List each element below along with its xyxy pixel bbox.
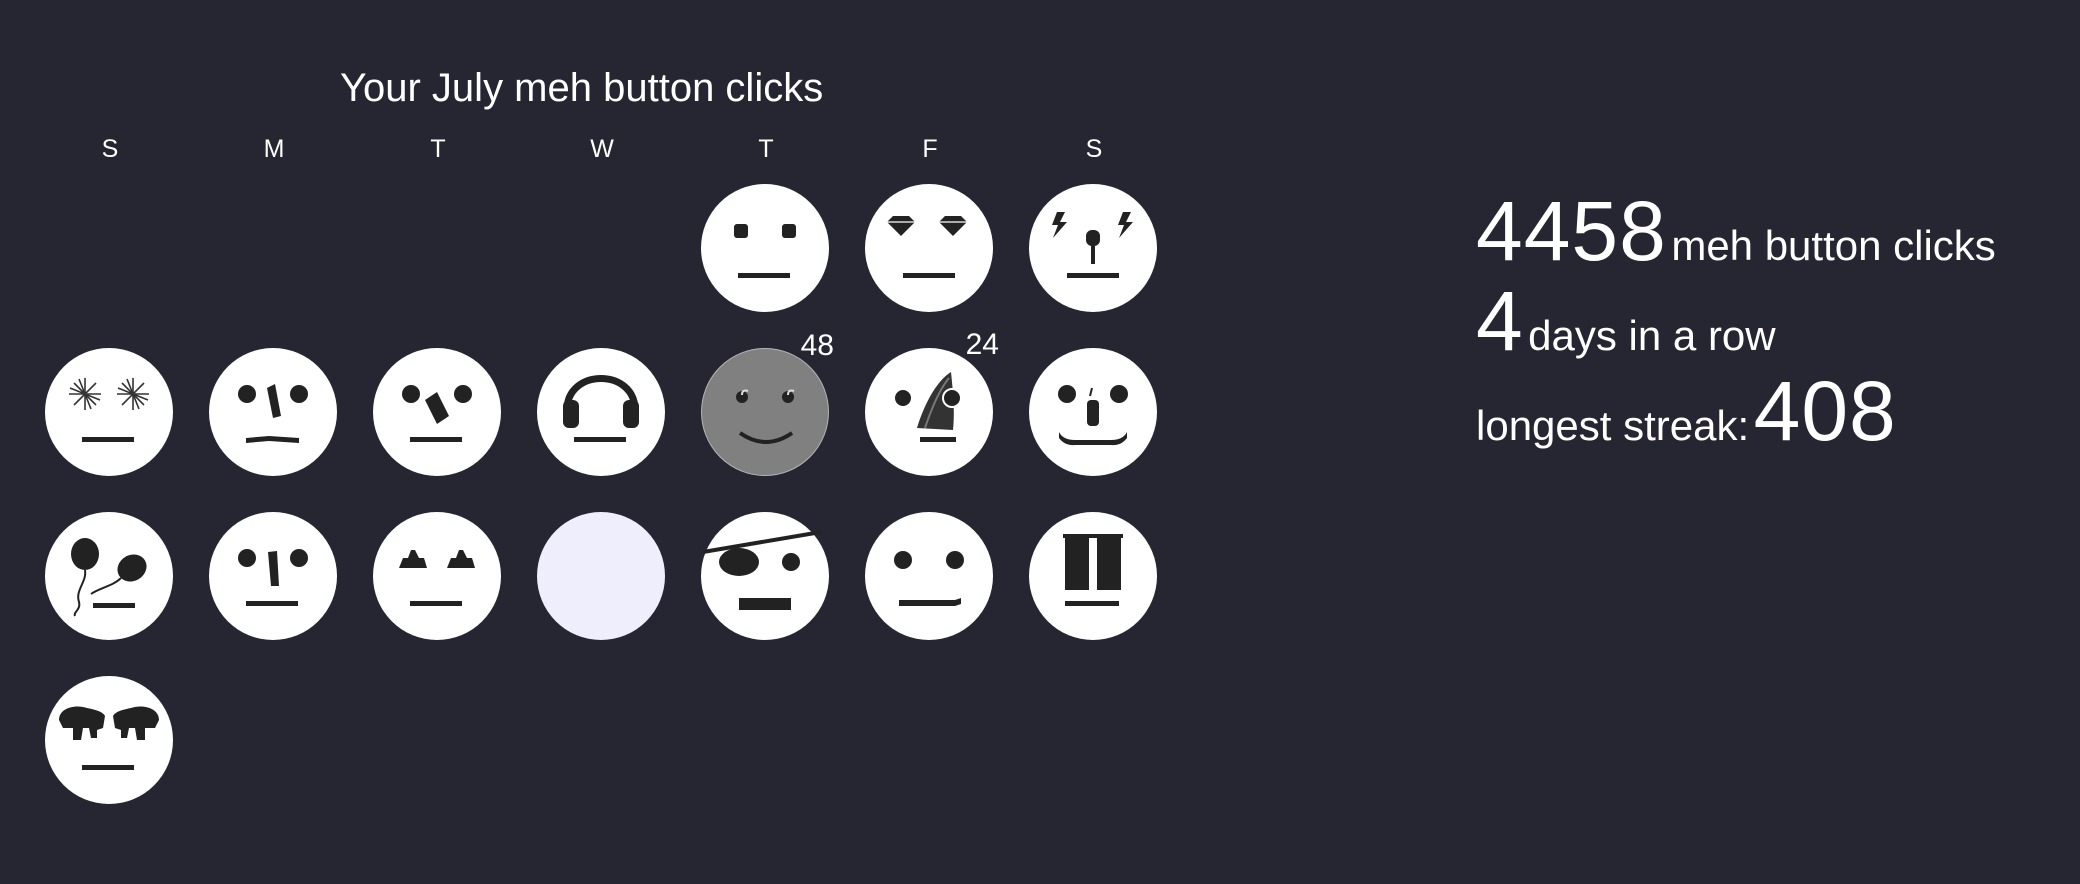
- fireworks-eyes-face-icon: [69, 378, 149, 442]
- day-18[interactable]: [45, 676, 173, 804]
- current-streak-value: 4: [1476, 274, 1524, 368]
- plain-nose-face-icon: [238, 549, 308, 606]
- day-1[interactable]: [701, 184, 829, 312]
- slanted-nose-face-icon: [402, 385, 472, 442]
- cigarette-face-icon: [894, 551, 964, 606]
- diamond-eyes-face-icon: [887, 216, 967, 278]
- total-clicks-line: 4458 meh button clicks: [1476, 186, 1996, 276]
- weekday-monday: M: [263, 135, 285, 163]
- calendar-title: Your July meh button clicks: [340, 66, 824, 110]
- click-count-badge: 24: [965, 328, 999, 361]
- stats-panel: 4458 meh button clicks 4 days in a row l…: [1476, 186, 1996, 456]
- weekday-saturday: S: [1085, 135, 1103, 163]
- square-eyes-face-icon: [734, 224, 796, 278]
- curtains-face-icon: [1063, 534, 1123, 606]
- day-9[interactable]: 24: [865, 328, 999, 476]
- total-clicks-value: 4458: [1476, 184, 1667, 278]
- smiling-face-icon: [736, 389, 795, 444]
- day-2[interactable]: [865, 184, 993, 312]
- day-6[interactable]: [373, 348, 501, 476]
- hands-eyes-face-icon: [59, 706, 159, 770]
- weekday-wednesday: W: [590, 135, 614, 163]
- current-streak-line: 4 days in a row: [1476, 276, 1996, 366]
- day-11[interactable]: [45, 512, 173, 640]
- day-14-future: [537, 512, 665, 640]
- eye-patch-face-icon: [702, 530, 822, 610]
- day-12[interactable]: [209, 512, 337, 640]
- weekday-friday: F: [922, 135, 938, 163]
- weekday-tuesday: T: [430, 135, 446, 163]
- day-13[interactable]: [373, 512, 501, 640]
- current-streak-label: days in a row: [1528, 312, 1776, 359]
- day-3[interactable]: [1029, 184, 1157, 312]
- click-count-badge: 48: [800, 329, 834, 362]
- longest-streak-line: longest streak: 408: [1476, 366, 1996, 456]
- balloon-eyes-face-icon: [71, 538, 147, 617]
- triangle-eyes-face-icon: [399, 550, 475, 606]
- day-17[interactable]: [1029, 512, 1157, 640]
- mustache-face-icon: [1058, 385, 1128, 446]
- day-4[interactable]: [45, 348, 173, 476]
- weekday-sunday: S: [101, 135, 119, 163]
- crooked-nose-face-icon: [238, 384, 308, 443]
- total-clicks-label: meh button clicks: [1671, 222, 1996, 269]
- longest-streak-label: longest streak:: [1476, 402, 1750, 449]
- day-8-today[interactable]: 48: [701, 329, 834, 476]
- meh-clicks-page: Your July meh button clicks S M T W T F …: [0, 0, 2080, 884]
- longest-streak-value: 408: [1753, 364, 1897, 458]
- lightning-microphone-face-icon: [1052, 212, 1133, 278]
- headphones-face-icon: [563, 375, 639, 442]
- day-7[interactable]: [537, 348, 665, 476]
- day-5[interactable]: [209, 348, 337, 476]
- weekday-thursday: T: [758, 135, 774, 163]
- day-16[interactable]: [865, 512, 993, 640]
- day-10[interactable]: [1029, 348, 1157, 476]
- day-15[interactable]: [701, 512, 829, 640]
- comet-face-icon: [895, 372, 962, 442]
